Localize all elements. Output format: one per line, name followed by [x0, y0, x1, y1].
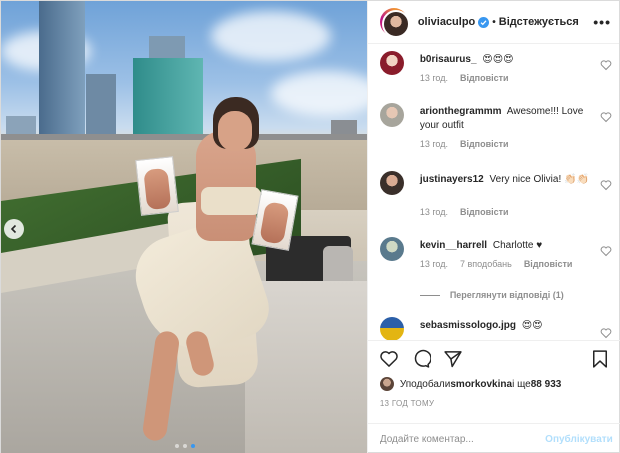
add-comment-bar: Опублікувати	[367, 423, 620, 453]
carousel-indicator	[1, 444, 367, 448]
comment-avatar[interactable]	[379, 103, 404, 127]
verified-badge-icon	[478, 16, 490, 28]
comment-username[interactable]: b0risaurus_	[420, 54, 477, 65]
previous-photo-button[interactable]	[4, 219, 24, 239]
view-replies-button[interactable]: Переглянути відповіді (1)	[419, 290, 564, 300]
follow-status-button[interactable]: Відстежується	[499, 16, 579, 28]
comment-avatar[interactable]	[379, 171, 404, 195]
post-timestamp[interactable]: 13 ГОД ТОМУ	[380, 399, 435, 408]
comment-text: 😍😍😍	[482, 54, 514, 65]
save-button[interactable]	[589, 348, 611, 370]
comment-username[interactable]: justinayers12	[420, 174, 484, 185]
carousel-dot	[182, 444, 187, 448]
comment-text: 😍😍	[521, 320, 543, 331]
carousel-dot-active	[190, 444, 195, 448]
comment-username[interactable]: kevin__harrell	[420, 240, 487, 251]
post-panel: oliviaculpo • Відстежується ••• b0risaur…	[366, 1, 620, 453]
comments-list[interactable]: b0risaurus_ 😍😍😍 13 год. Відповісти arion…	[368, 45, 620, 340]
comment-text: Charlotte ♥	[492, 240, 543, 251]
comment-avatar[interactable]	[379, 237, 404, 261]
comment-time[interactable]: 13 год.	[420, 73, 448, 83]
likes-middle: і ще	[512, 378, 531, 390]
author-username[interactable]: oliviaculpo	[418, 16, 475, 28]
author-avatar[interactable]	[379, 8, 410, 38]
view-replies-line	[419, 294, 440, 296]
post-header: oliviaculpo • Відстежується •••	[367, 1, 619, 44]
like-comment-heart-icon[interactable]	[600, 111, 612, 123]
likes-summary: Уподобали smorkovkina і ще 88 933	[379, 377, 562, 391]
comment-username[interactable]: arionthegrammm	[420, 106, 502, 117]
speech-bubble-icon	[414, 349, 431, 368]
comment-avatar[interactable]	[379, 317, 404, 340]
share-button[interactable]	[442, 348, 464, 370]
comment-likes[interactable]: 7 вподобань	[460, 259, 512, 269]
instagram-post: oliviaculpo • Відстежується ••• b0risaur…	[0, 0, 620, 453]
like-comment-heart-icon[interactable]	[600, 327, 612, 339]
likes-count[interactable]: 88 933	[531, 379, 562, 390]
like-comment-heart-icon[interactable]	[600, 59, 612, 71]
comment-time[interactable]: 13 год.	[420, 259, 448, 269]
carousel-dot	[174, 444, 179, 448]
comment-avatar[interactable]	[379, 51, 404, 75]
liker-avatar[interactable]	[379, 377, 394, 391]
header-separator: •	[492, 16, 496, 28]
comment-text: Very nice Olivia! 👏🏻👏🏻	[489, 174, 589, 185]
post-actions	[367, 340, 620, 376]
bookmark-icon	[592, 349, 607, 368]
publish-button[interactable]: Опублікувати	[545, 434, 613, 445]
comment-time[interactable]: 13 год.	[420, 207, 448, 217]
comment-button[interactable]	[410, 348, 432, 370]
reply-button[interactable]: Відповісти	[460, 207, 509, 217]
heart-icon	[380, 350, 398, 367]
chevron-left-icon	[10, 224, 17, 234]
view-replies-label: Переглянути відповіді (1)	[449, 290, 564, 300]
reply-button[interactable]: Відповісти	[460, 73, 509, 83]
likes-prefix: Уподобали	[399, 378, 451, 390]
paper-plane-icon	[444, 350, 462, 367]
like-button[interactable]	[378, 348, 400, 370]
reply-button[interactable]: Відповісти	[524, 259, 573, 269]
reply-button[interactable]: Відповісти	[460, 139, 509, 149]
comment-input[interactable]	[379, 433, 546, 445]
magazine-left	[135, 156, 179, 216]
like-comment-heart-icon[interactable]	[600, 179, 612, 191]
more-options-icon[interactable]: •••	[593, 15, 611, 29]
like-comment-heart-icon[interactable]	[600, 245, 612, 257]
comment-username[interactable]: sebasmissologo.jpg	[420, 320, 516, 331]
post-photo[interactable]	[1, 1, 367, 453]
liker-username[interactable]: smorkovkina	[450, 379, 512, 390]
comment-time[interactable]: 13 год.	[420, 139, 448, 149]
